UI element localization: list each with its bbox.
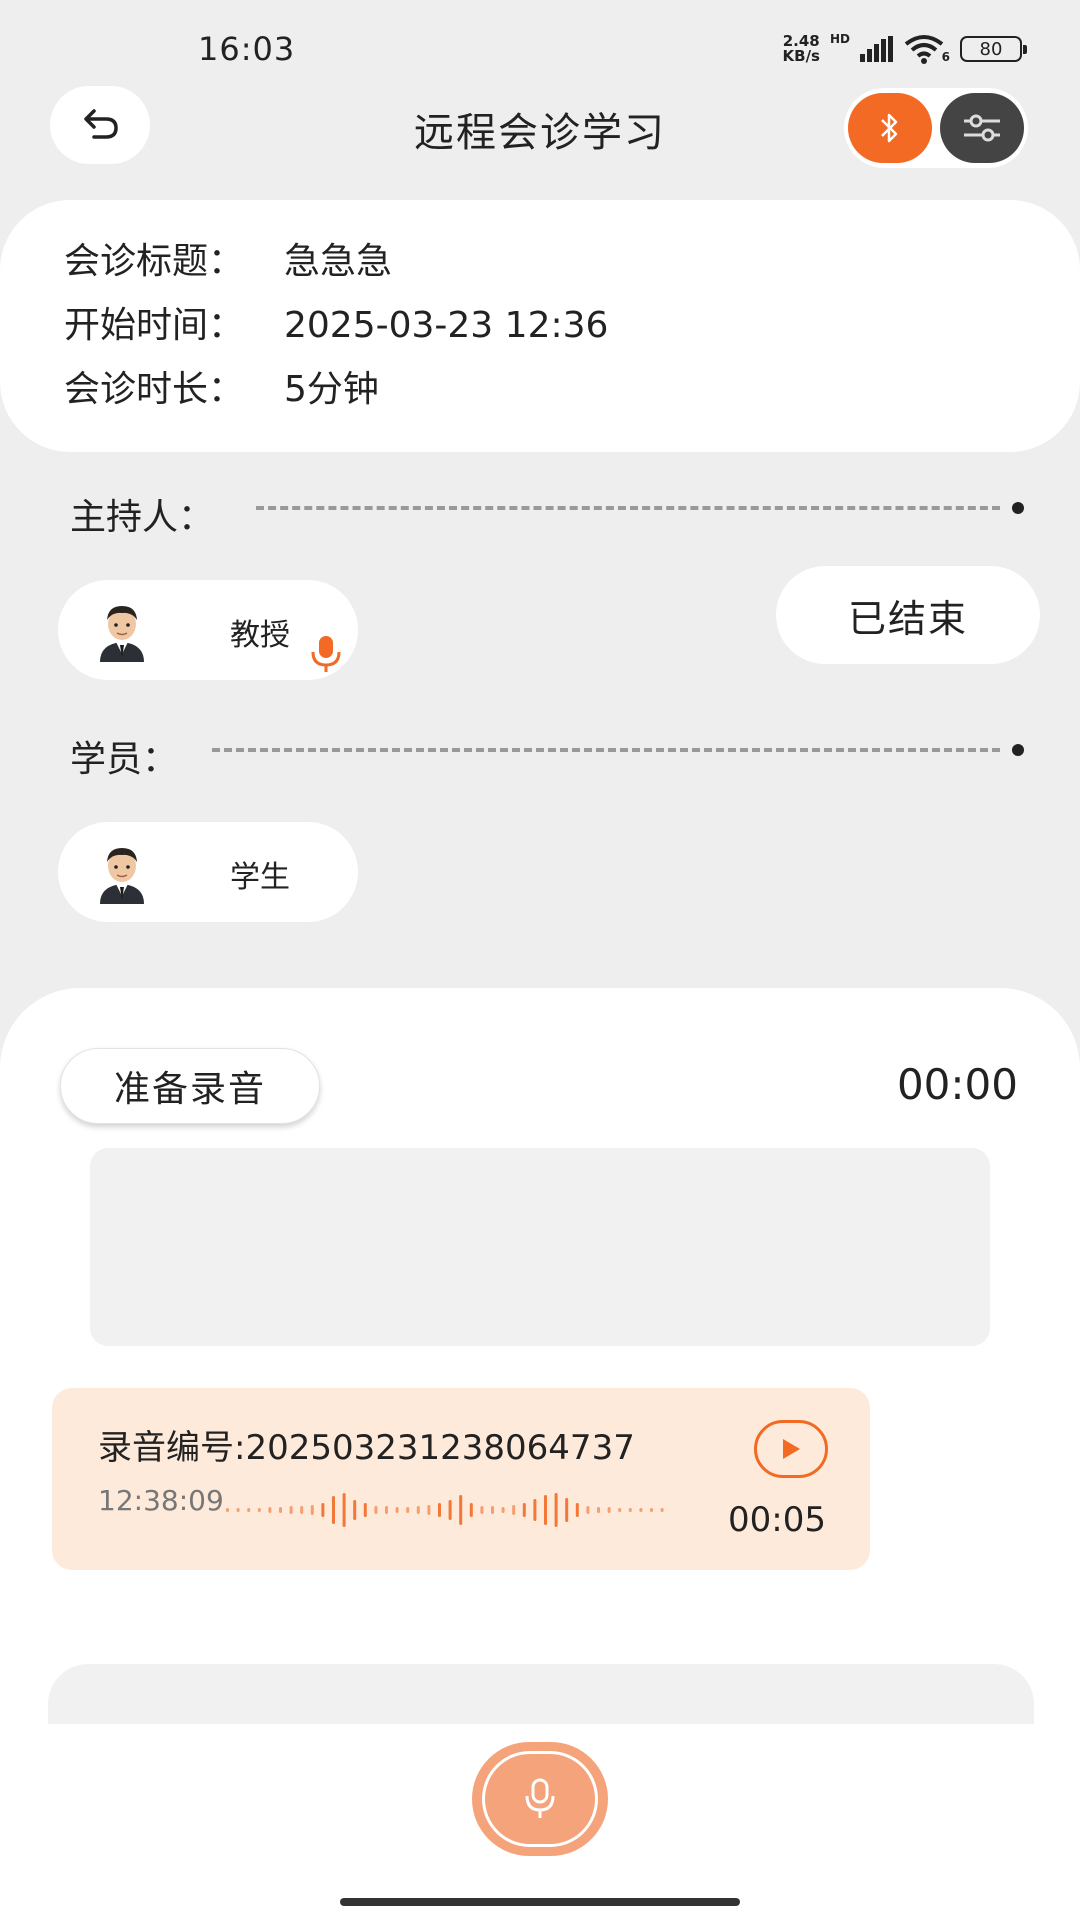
waveform-bar: [565, 1498, 569, 1522]
network-speed: 2.48 KB/s: [783, 34, 820, 64]
waveform-bar: [586, 1506, 590, 1514]
waveform-bar: [480, 1506, 484, 1514]
waveform-bar: [469, 1503, 473, 1517]
recording-id: 录音编号:202503231238064737: [98, 1428, 635, 1468]
hd-label: HD: [829, 32, 850, 46]
waveform-bar: [597, 1507, 600, 1513]
students-divider-dot: [1012, 744, 1024, 756]
waveform-bar: [575, 1503, 579, 1517]
record-mic-ring: [482, 1751, 598, 1847]
status-bar: 16:03 2.48 KB/s HD 6 80: [0, 0, 1080, 100]
waveform-bar: [300, 1506, 304, 1514]
info-title-label: 会诊标题：: [64, 241, 245, 282]
wifi-icon: 6: [904, 34, 950, 64]
waveform-bar: [512, 1505, 516, 1515]
microphone-icon: [525, 1778, 555, 1818]
waveform-bar: [406, 1507, 410, 1513]
battery-level: 80: [979, 38, 1003, 60]
status-icons: 2.48 KB/s HD 6 80: [783, 32, 1027, 64]
host-chip[interactable]: 教授: [58, 580, 358, 680]
info-duration-value: 5分钟: [284, 369, 379, 410]
settings-button[interactable]: [940, 93, 1024, 163]
host-section-label: 主持人：: [70, 497, 215, 538]
waveform-bar: [533, 1499, 537, 1521]
sliders-icon: [964, 114, 1000, 142]
signal-icon: [860, 36, 893, 62]
transcript-area: [90, 1148, 990, 1346]
waveform-bar: [459, 1495, 463, 1525]
info-start-row: 开始时间： 2025-03-23 12:36: [64, 294, 1080, 358]
waveform-bar: [544, 1495, 547, 1525]
waveform-bar: [363, 1503, 367, 1517]
waveform-bar: [236, 1508, 240, 1512]
host-name: 教授: [230, 618, 290, 653]
waveform-bar: [385, 1506, 388, 1514]
waveform-bar: [342, 1493, 346, 1527]
waveform-bar: [660, 1508, 664, 1512]
waveform-bar: [268, 1507, 272, 1513]
students-divider: [212, 748, 1000, 752]
waveform-bar: [650, 1508, 653, 1512]
info-start-label: 开始时间：: [64, 305, 245, 346]
waveform-bar: [289, 1506, 293, 1514]
bluetooth-button[interactable]: [848, 93, 932, 163]
student-name: 学生: [230, 860, 290, 895]
bluetooth-icon: [881, 113, 898, 143]
recording-duration: 00:05: [728, 1500, 826, 1540]
secondary-card: [48, 1664, 1034, 1724]
info-title-value: 急急急: [284, 241, 393, 282]
waveform-graphic: [226, 1493, 664, 1527]
waveform-bar: [438, 1503, 441, 1517]
avatar: [100, 606, 144, 662]
waveform-bar: [247, 1508, 251, 1512]
waveform-bar: [310, 1505, 314, 1515]
waveform-bar: [448, 1500, 452, 1520]
play-icon: [783, 1439, 800, 1459]
waveform-bar: [395, 1507, 399, 1513]
waveform-bar: [257, 1508, 261, 1512]
waveform-bar: [639, 1508, 643, 1512]
info-duration-row: 会诊时长： 5分钟: [64, 358, 1080, 422]
recording-item[interactable]: 录音编号:202503231238064737 12:38:09 00:05: [52, 1388, 870, 1570]
wifi-badge: 6: [941, 50, 950, 64]
students-section-label: 学员：: [70, 739, 179, 780]
waveform-bar: [427, 1505, 431, 1515]
waveform-bar: [618, 1508, 622, 1512]
prepare-recording-button[interactable]: 准备录音: [60, 1048, 320, 1124]
home-indicator: [340, 1898, 740, 1906]
info-start-value: 2025-03-23 12:36: [284, 305, 609, 346]
play-button[interactable]: [754, 1420, 828, 1478]
student-chip[interactable]: 学生: [58, 822, 358, 922]
header-actions: [844, 88, 1028, 168]
host-divider: [256, 506, 1000, 510]
record-mic-button[interactable]: [472, 1742, 608, 1856]
recording-timer: 00:00: [896, 1060, 1018, 1109]
session-status-badge: 已结束: [776, 566, 1040, 664]
waveform-bar: [279, 1507, 282, 1513]
waveform-bar: [554, 1493, 558, 1527]
microphone-icon: [311, 636, 341, 672]
info-duration-label: 会诊时长：: [64, 369, 245, 410]
waveform-bar: [332, 1496, 335, 1524]
waveform-bar: [628, 1508, 632, 1512]
waveform-bar: [416, 1506, 420, 1514]
waveform-bar: [321, 1503, 325, 1517]
network-speed-unit: KB/s: [782, 47, 820, 65]
waveform-bar: [607, 1507, 611, 1513]
consultation-info-card: 会诊标题： 急急急 开始时间： 2025-03-23 12:36 会诊时长： 5…: [0, 200, 1080, 452]
waveform-bar: [374, 1506, 378, 1514]
host-divider-dot: [1012, 502, 1024, 514]
avatar: [100, 848, 144, 904]
waveform-bar: [501, 1507, 505, 1513]
battery-icon: 80: [960, 36, 1027, 62]
info-title-row: 会诊标题： 急急急: [64, 230, 1080, 294]
waveform-bar: [522, 1503, 526, 1517]
waveform-bar: [353, 1500, 357, 1520]
status-time: 16:03: [198, 30, 296, 68]
recording-time: 12:38:09: [98, 1484, 224, 1517]
waveform-bar: [491, 1506, 494, 1514]
waveform-bar: [226, 1508, 229, 1512]
